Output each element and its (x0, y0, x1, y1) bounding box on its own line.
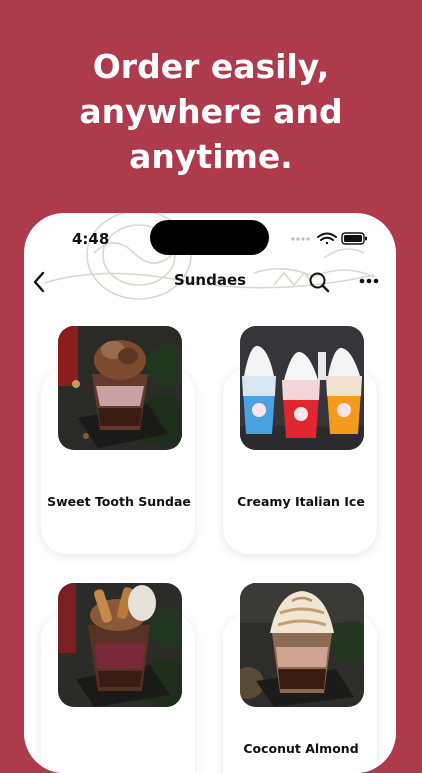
page-title: Sundaes (173, 271, 247, 289)
headline-line-3: anytime. (129, 137, 293, 176)
dynamic-island (150, 220, 269, 255)
phone-screen: 4:48 Sundaes Sweet Tooth Sundae Creamy I… (24, 213, 396, 773)
battery-icon (341, 232, 367, 245)
product-image[interactable] (58, 583, 182, 707)
promo-headline: Order easily, anywhere and anytime. (0, 44, 422, 179)
wifi-icon (317, 232, 337, 245)
product-image[interactable] (240, 583, 364, 707)
status-icons (291, 232, 367, 245)
product-name: Sweet Tooth Sundae (47, 494, 191, 509)
product-image[interactable] (58, 326, 182, 450)
signal-icon (291, 237, 310, 241)
status-time: 4:48 (72, 230, 110, 248)
search-icon[interactable] (308, 271, 330, 293)
product-name: Coconut Almond (243, 741, 359, 756)
headline-line-2: anywhere and (79, 92, 343, 131)
product-image[interactable] (240, 326, 364, 450)
more-options-icon[interactable] (358, 273, 380, 289)
headline-line-1: Order easily, (92, 47, 330, 86)
product-name: Creamy Italian Ice (237, 494, 365, 509)
